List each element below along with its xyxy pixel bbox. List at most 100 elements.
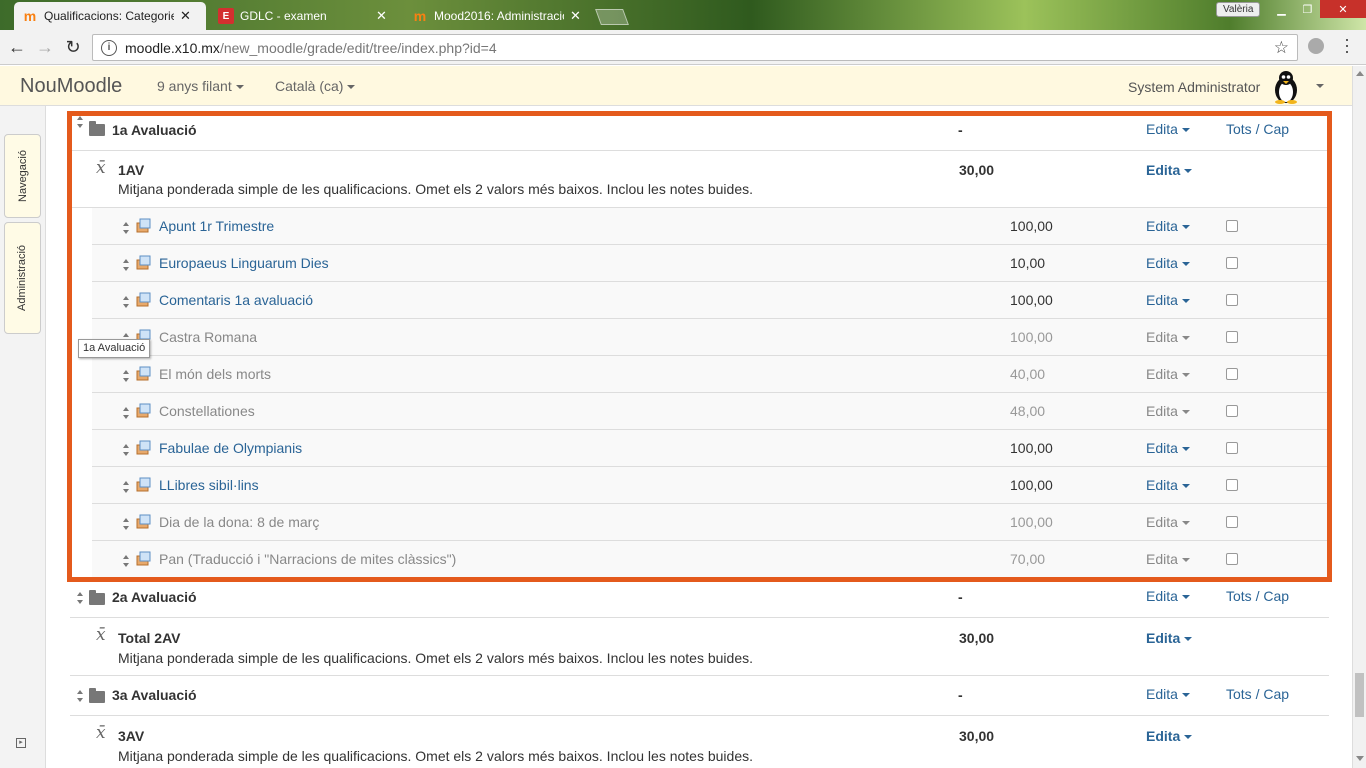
edit-menu[interactable]: Edita — [1146, 551, 1190, 567]
move-icon[interactable] — [74, 690, 86, 702]
window-close-icon[interactable]: ✕ — [1320, 0, 1366, 18]
edit-menu[interactable]: Edita — [1146, 366, 1190, 382]
item-select-checkbox[interactable] — [1226, 257, 1238, 269]
item-select-checkbox[interactable] — [1226, 368, 1238, 380]
total-name: 3AV — [118, 728, 145, 744]
custom-menu-dropdown[interactable]: 9 anys filant — [157, 78, 244, 94]
grade-item-name[interactable]: Comentaris 1a avaluació — [159, 292, 313, 308]
category-name[interactable]: 2a Avaluació — [112, 589, 197, 605]
grade-item-max: 40,00 — [1010, 366, 1046, 382]
calculator-mean-icon: x̄ — [96, 158, 106, 178]
calculator-mean-icon: x̄ — [96, 625, 106, 645]
language-menu-dropdown[interactable]: Català (ca) — [275, 78, 356, 94]
item-select-checkbox[interactable] — [1226, 331, 1238, 343]
user-name[interactable]: System Administrator — [1128, 79, 1260, 95]
edit-menu[interactable]: Edita — [1146, 630, 1193, 646]
move-icon[interactable] — [120, 370, 132, 382]
select-all-none-link[interactable]: Tots / Cap — [1226, 121, 1289, 137]
item-select-checkbox[interactable] — [1226, 405, 1238, 417]
tab-title: GDLC - examen — [240, 9, 327, 23]
item-select-checkbox[interactable] — [1226, 294, 1238, 306]
grade-item-name[interactable]: Fabulae de Olympianis — [159, 440, 302, 456]
site-info-icon[interactable]: i — [101, 39, 117, 56]
move-icon[interactable] — [120, 555, 132, 567]
edit-menu[interactable]: Edita — [1146, 218, 1190, 234]
back-arrow-icon[interactable]: ← — [6, 36, 28, 58]
move-icon[interactable] — [120, 222, 132, 234]
edit-menu[interactable]: Edita — [1146, 121, 1190, 137]
scrollbar-thumb[interactable] — [1355, 673, 1364, 717]
move-icon[interactable] — [120, 518, 132, 530]
bookmark-star-icon[interactable]: ☆ — [1274, 38, 1289, 58]
edit-menu[interactable]: Edita — [1146, 588, 1190, 604]
move-icon[interactable] — [120, 259, 132, 271]
move-icon[interactable] — [74, 592, 86, 604]
avatar[interactable] — [1268, 68, 1304, 104]
edit-menu[interactable]: Edita — [1146, 329, 1190, 345]
edit-menu[interactable]: Edita — [1146, 728, 1193, 744]
edit-menu[interactable]: Edita — [1146, 255, 1190, 271]
minimize-icon[interactable]: ▁ — [1268, 0, 1295, 18]
new-tab-button[interactable] — [595, 9, 629, 25]
category-name[interactable]: 3a Avaluació — [112, 687, 197, 703]
grade-item-name: El món dels morts — [159, 366, 272, 382]
tab-close-icon[interactable]: ✕ — [376, 8, 387, 24]
browser-tab-admin[interactable]: m Mood2016: Administració ✕ — [404, 2, 596, 30]
edit-menu[interactable]: Edita — [1146, 403, 1190, 419]
user-menu-chevron-icon[interactable] — [1316, 84, 1324, 88]
browser-tab-gdlc[interactable]: E GDLC - examen ✕ — [210, 2, 402, 30]
item-select-checkbox[interactable] — [1226, 516, 1238, 528]
select-all-none-link[interactable]: Tots / Cap — [1226, 686, 1289, 702]
browser-menu-icon[interactable]: · · · — [1342, 30, 1352, 60]
item-select-checkbox[interactable] — [1226, 220, 1238, 232]
grade-item-name: Castra Romana — [159, 329, 258, 345]
move-icon[interactable] — [74, 116, 86, 128]
edit-label: Edita — [1146, 514, 1178, 530]
grade-item-name[interactable]: Apunt 1r Trimestre — [159, 218, 274, 234]
page-scrollbar[interactable] — [1352, 66, 1366, 768]
browser-tab-grades[interactable]: m Qualificacions: Categorie ✕ — [14, 2, 206, 30]
category-name[interactable]: 1a Avaluació — [112, 122, 197, 138]
item-select-checkbox[interactable] — [1226, 442, 1238, 454]
restore-icon[interactable]: ❐ — [1294, 0, 1321, 18]
grade-item-row: Fabulae de Olympianis 100,00 Edita — [92, 430, 1329, 467]
site-brand[interactable]: NouMoodle — [20, 75, 122, 98]
assignment-icon — [136, 403, 151, 418]
aggregation-description: Mitjana ponderada simple de les qualific… — [118, 748, 753, 764]
edit-menu[interactable]: Edita — [1146, 292, 1190, 308]
grade-item-name[interactable]: LLibres sibil·lins — [159, 477, 259, 493]
extension-icon[interactable] — [1308, 38, 1324, 54]
scroll-down-icon[interactable] — [1356, 756, 1364, 761]
edit-menu[interactable]: Edita — [1146, 477, 1190, 493]
select-all-none-link[interactable]: Tots / Cap — [1226, 588, 1289, 604]
move-icon[interactable] — [120, 296, 132, 308]
forward-arrow-icon[interactable]: → — [34, 36, 56, 58]
dock-toggle-icon[interactable]: ▸ — [16, 738, 26, 748]
browser-profile-chip[interactable]: Valèria — [1216, 2, 1261, 17]
reload-icon[interactable]: ↻ — [62, 36, 84, 58]
item-select-checkbox[interactable] — [1226, 479, 1238, 491]
assignment-icon — [136, 292, 151, 307]
move-icon[interactable] — [120, 444, 132, 456]
dock-tab-administration[interactable]: Administració — [4, 222, 41, 334]
move-icon[interactable] — [120, 481, 132, 493]
aggregation-description: Mitjana ponderada simple de les qualific… — [118, 181, 753, 197]
grade-item-max: 100,00 — [1010, 292, 1053, 308]
edit-label: Edita — [1146, 728, 1181, 744]
edit-menu[interactable]: Edita — [1146, 440, 1190, 456]
edit-menu[interactable]: Edita — [1146, 514, 1190, 530]
edit-menu[interactable]: Edita — [1146, 162, 1193, 178]
grade-item-name[interactable]: Europaeus Linguarum Dies — [159, 255, 329, 271]
tab-close-icon[interactable]: ✕ — [570, 8, 581, 24]
item-select-checkbox[interactable] — [1226, 553, 1238, 565]
scroll-up-icon[interactable] — [1356, 71, 1364, 76]
block-dock: Navegació Administració — [0, 106, 46, 768]
dock-tab-navigation[interactable]: Navegació — [4, 134, 41, 218]
edit-menu[interactable]: Edita — [1146, 686, 1190, 702]
grade-item-max: 100,00 — [1010, 329, 1053, 345]
move-icon[interactable] — [120, 407, 132, 419]
aggregation-description: Mitjana ponderada simple de les qualific… — [118, 650, 753, 666]
address-bar[interactable]: i moodle.x10.mx/new_moodle/grade/edit/tr… — [92, 34, 1298, 61]
grade-item-row: Pan (Traducció i "Narracions de mites cl… — [92, 541, 1329, 578]
tab-close-icon[interactable]: ✕ — [180, 8, 191, 24]
